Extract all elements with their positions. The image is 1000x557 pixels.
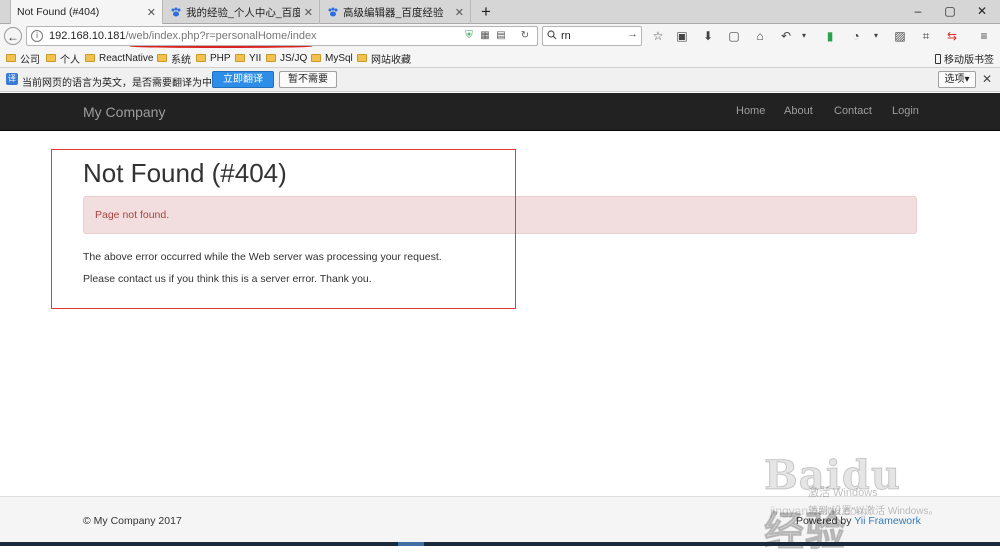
- download-icon[interactable]: ⬇: [700, 28, 716, 44]
- nav-login[interactable]: Login: [892, 105, 919, 117]
- bookmark-label: ReactNative: [99, 52, 154, 64]
- brand-link[interactable]: My Company: [83, 104, 165, 120]
- bookmark-label: JS/JQ: [280, 52, 308, 64]
- bookmark-label: 系统: [171, 54, 191, 66]
- bookmarks-bar: 公司 个人 ReactNative 系统 PHP YII JS/JQ MySql…: [0, 48, 1000, 68]
- bookmark-folder[interactable]: 网站收藏: [357, 51, 411, 66]
- bookmark-star-icon[interactable]: ☆: [650, 28, 666, 44]
- bookmark-label: 个人: [60, 54, 80, 66]
- tab-not-found[interactable]: Not Found (#404) ✕: [10, 0, 163, 24]
- folder-icon: [357, 54, 367, 62]
- mobile-bookmarks-label: 移动版书签: [944, 55, 994, 66]
- shield-icon[interactable]: ⛨: [463, 30, 475, 42]
- folder-icon: [311, 54, 321, 62]
- image-icon[interactable]: ▨: [892, 28, 908, 44]
- translate-notification-bar: 译 当前网页的语言为英文，是否需要翻译为中文？ 立即翻译 暂不需要 选项▾ ✕: [0, 68, 1000, 92]
- tab-baidu-profile[interactable]: 我的经验_个人中心_百度经… ✕: [164, 0, 320, 24]
- url-bar[interactable]: i 192.168.10.181/web/index.php?r=persona…: [26, 26, 538, 46]
- options-button[interactable]: 选项▾: [938, 71, 976, 88]
- close-icon[interactable]: ✕: [455, 6, 464, 19]
- reader-view-icon[interactable]: ▤: [495, 30, 507, 42]
- search-box[interactable]: rn →: [542, 26, 642, 46]
- bookmark-folder[interactable]: PHP: [196, 51, 231, 65]
- back-arrow-icon: ←: [7, 30, 19, 44]
- bookmark-label: 公司: [20, 54, 40, 66]
- bookmark-folder[interactable]: ReactNative: [85, 51, 153, 65]
- translate-now-button[interactable]: 立即翻译: [212, 71, 274, 88]
- url-host: 192.168.10.181: [49, 30, 126, 42]
- nav-home[interactable]: Home: [736, 105, 765, 117]
- hamburger-menu-icon[interactable]: ≡: [976, 28, 992, 44]
- screenshot-icon[interactable]: ▢: [726, 28, 742, 44]
- windows-taskbar: [0, 542, 1000, 546]
- bookmark-folder[interactable]: 个人: [46, 51, 80, 66]
- search-icon: [547, 29, 557, 43]
- crop-icon[interactable]: ⌗: [918, 28, 934, 44]
- not-now-button[interactable]: 暂不需要: [279, 71, 337, 88]
- translate-message: 当前网页的语言为英文，是否需要翻译为中文？: [22, 78, 232, 89]
- tab-label: 高级编辑器_百度经验: [343, 6, 444, 19]
- folder-icon: [46, 54, 56, 62]
- windows-activate-subtitle: 转到"设置"以激活 Windows。: [808, 506, 939, 517]
- bookmark-label: PHP: [210, 52, 231, 64]
- url-path: /web/index.php?r=personalHome/index: [125, 30, 317, 42]
- clipboard-icon[interactable]: ▣: [674, 28, 690, 44]
- taskbar-active-item[interactable]: [398, 542, 424, 546]
- folder-icon: [85, 54, 95, 62]
- bookmark-folder[interactable]: YII: [235, 51, 261, 65]
- folder-icon: [196, 54, 206, 62]
- close-icon[interactable]: ✕: [982, 72, 992, 86]
- annotation-highlight-box: [51, 149, 516, 309]
- close-icon[interactable]: ✕: [147, 6, 156, 19]
- mobile-bookmarks[interactable]: 移动版书签: [935, 51, 994, 66]
- nav-about[interactable]: About: [784, 105, 813, 117]
- main-content: Page not found. Not Found (#404) The abo…: [0, 131, 1000, 496]
- extension-green-icon[interactable]: ▮: [822, 28, 838, 44]
- tab-label: Not Found (#404): [17, 6, 100, 18]
- tab-label: 我的经验_个人中心_百度经…: [186, 6, 300, 19]
- go-arrow-icon[interactable]: →: [627, 28, 638, 40]
- windows-activate-title: 激活 Windows: [808, 487, 878, 499]
- undo-icon[interactable]: ↶: [778, 28, 794, 44]
- bookmark-folder[interactable]: 系统: [157, 51, 191, 66]
- baidu-paw-icon: [327, 6, 339, 18]
- reload-icon[interactable]: ↻: [519, 30, 531, 42]
- bookmark-folder[interactable]: MySql: [311, 51, 353, 65]
- palette-icon[interactable]: ◔: [848, 28, 864, 44]
- maximize-button[interactable]: ▢: [934, 0, 966, 22]
- chevron-down-icon[interactable]: ▾: [796, 28, 812, 44]
- info-icon[interactable]: i: [31, 30, 43, 42]
- translate-icon: 译: [6, 73, 18, 85]
- site-navbar: My Company Home About Contact Login: [0, 93, 1000, 131]
- chevron-down-icon[interactable]: ▾: [868, 28, 884, 44]
- sync-arrows-icon[interactable]: ⇆: [944, 28, 960, 44]
- bookmark-label: 网站收藏: [371, 54, 411, 66]
- browser-tab-strip: Not Found (#404) ✕ 我的经验_个人中心_百度经… ✕ 高级编辑…: [0, 0, 1000, 24]
- close-icon[interactable]: ✕: [304, 6, 313, 19]
- browser-navigation-bar: ← i 192.168.10.181/web/index.php?r=perso…: [0, 24, 1000, 48]
- minimize-button[interactable]: –: [902, 0, 934, 22]
- folder-icon: [235, 54, 245, 62]
- baidu-paw-icon: [170, 6, 182, 18]
- home-icon[interactable]: ⌂: [752, 28, 768, 44]
- folder-icon: [266, 54, 276, 62]
- qr-code-icon[interactable]: ▦: [479, 30, 491, 42]
- copyright-text: © My Company 2017: [83, 515, 182, 527]
- bookmark-label: YII: [249, 52, 262, 64]
- search-query: rn: [561, 30, 571, 42]
- phone-icon: [935, 53, 941, 64]
- close-window-button[interactable]: ✕: [966, 0, 998, 22]
- tab-baidu-editor[interactable]: 高级编辑器_百度经验 ✕: [321, 0, 471, 24]
- bookmark-label: MySql: [325, 52, 353, 64]
- bookmark-folder[interactable]: 公司: [6, 51, 40, 66]
- bookmark-folder[interactable]: JS/JQ: [266, 51, 307, 65]
- folder-icon: [6, 54, 16, 62]
- folder-icon: [157, 54, 167, 62]
- new-tab-button[interactable]: +: [476, 2, 496, 22]
- nav-contact[interactable]: Contact: [834, 105, 872, 117]
- back-button[interactable]: ←: [4, 27, 22, 45]
